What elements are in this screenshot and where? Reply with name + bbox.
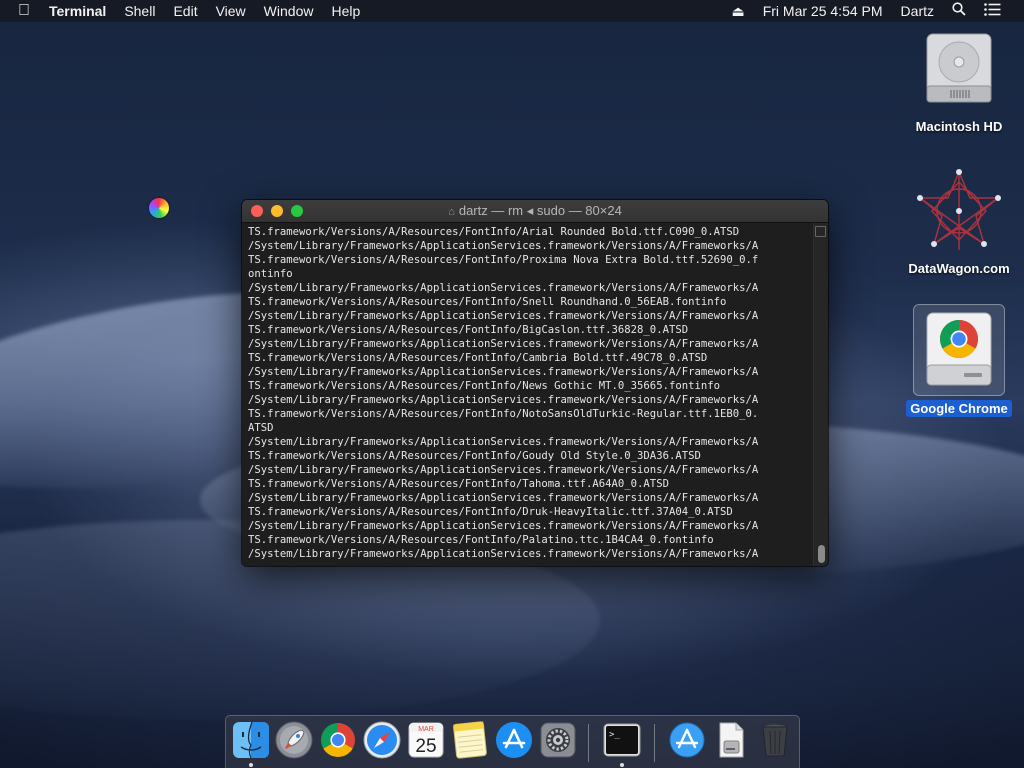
app-store-icon bbox=[496, 722, 532, 758]
dock-downloads[interactable] bbox=[712, 721, 750, 759]
terminal-icon: >_ bbox=[603, 723, 641, 757]
desktop-icon-google-chrome[interactable]: Google Chrome bbox=[904, 304, 1014, 417]
launchpad-rocket-icon bbox=[275, 721, 313, 759]
calendar-icon: MAR 25 bbox=[408, 722, 444, 758]
terminal-line: TS.framework/Versions/A/Resources/FontIn… bbox=[248, 226, 740, 238]
eject-icon[interactable]: ⏏ bbox=[722, 0, 753, 22]
desktop:  Terminal Shell Edit View Window Help ⏏… bbox=[0, 0, 1024, 768]
terminal-line: TS.framework/Versions/A/Resources/FontIn… bbox=[248, 254, 759, 266]
scroll-thumb[interactable] bbox=[818, 545, 825, 563]
terminal-line: TS.framework/Versions/A/Resources/FontIn… bbox=[248, 324, 689, 336]
document-disk-icon bbox=[719, 722, 744, 758]
menu-window[interactable]: Window bbox=[255, 0, 323, 22]
dock-safari[interactable] bbox=[363, 721, 401, 759]
terminal-output[interactable]: TS.framework/Versions/A/Resources/FontIn… bbox=[242, 223, 814, 566]
terminal-line: /System/Library/Frameworks/ApplicationSe… bbox=[248, 310, 759, 322]
terminal-line: /System/Library/Frameworks/ApplicationSe… bbox=[248, 436, 759, 448]
dock-launchpad[interactable] bbox=[275, 721, 313, 759]
menu-bar-extras: ⏏ Fri Mar 25 4:54 PM Dartz bbox=[722, 0, 1024, 22]
dock-applications-folder[interactable] bbox=[668, 721, 706, 759]
dock-notes[interactable] bbox=[451, 721, 489, 759]
menu-user[interactable]: Dartz bbox=[892, 3, 943, 19]
dock-terminal[interactable]: >_ bbox=[603, 721, 641, 767]
terminal-line: TS.framework/Versions/A/Resources/FontIn… bbox=[248, 534, 714, 546]
terminal-line: /System/Library/Frameworks/ApplicationSe… bbox=[248, 366, 759, 378]
chrome-disk-image-icon bbox=[926, 312, 992, 386]
terminal-line: /System/Library/Frameworks/ApplicationSe… bbox=[248, 240, 759, 252]
desktop-icon-label: Google Chrome bbox=[906, 400, 1012, 417]
window-title: ⌂ dartz — rm ◂ sudo — 80×24 bbox=[242, 200, 828, 223]
menu-help[interactable]: Help bbox=[322, 0, 369, 22]
close-button[interactable] bbox=[251, 205, 263, 217]
terminal-line: TS.framework/Versions/A/Resources/FontIn… bbox=[248, 506, 733, 518]
desktop-icon-macintosh-hd[interactable]: Macintosh HD bbox=[904, 32, 1014, 135]
menu-app-terminal[interactable]: Terminal bbox=[40, 0, 115, 22]
selection-highlight bbox=[913, 304, 1005, 396]
dock-chrome[interactable] bbox=[319, 721, 357, 759]
menu-clock[interactable]: Fri Mar 25 4:54 PM bbox=[754, 3, 892, 19]
hard-drive-icon bbox=[921, 32, 997, 112]
scroll-marker-icon bbox=[815, 226, 826, 237]
desktop-icon-label: DataWagon.com bbox=[908, 261, 1010, 276]
running-indicator bbox=[249, 763, 253, 767]
calendar-day: 25 bbox=[415, 736, 436, 757]
menu-view[interactable]: View bbox=[207, 0, 255, 22]
terminal-line: ATSD bbox=[248, 422, 274, 434]
terminal-line: /System/Library/Frameworks/ApplicationSe… bbox=[248, 464, 759, 476]
dock-system-preferences[interactable] bbox=[539, 721, 577, 759]
dock-calendar[interactable]: MAR 25 bbox=[407, 721, 445, 759]
zoom-button[interactable] bbox=[291, 205, 303, 217]
notification-center-icon[interactable] bbox=[975, 0, 1010, 22]
window-title-text: dartz — rm ◂ sudo — 80×24 bbox=[458, 203, 622, 218]
running-indicator bbox=[620, 763, 624, 767]
menu-edit[interactable]: Edit bbox=[164, 0, 206, 22]
title-bar[interactable]: ⌂ dartz — rm ◂ sudo — 80×24 bbox=[242, 200, 828, 223]
finder-icon bbox=[233, 721, 269, 759]
terminal-line: TS.framework/Versions/A/Resources/FontIn… bbox=[248, 450, 701, 462]
dock-trash[interactable] bbox=[756, 721, 794, 759]
terminal-window[interactable]: ⌂ dartz — rm ◂ sudo — 80×24 TS.framework/… bbox=[242, 200, 828, 566]
busy-cursor-icon bbox=[149, 198, 169, 218]
terminal-line: TS.framework/Versions/A/Resources/FontIn… bbox=[248, 408, 759, 420]
terminal-line: TS.framework/Versions/A/Resources/FontIn… bbox=[248, 478, 669, 490]
dock-separator bbox=[588, 724, 589, 762]
dock-finder[interactable] bbox=[232, 721, 270, 767]
dock-separator bbox=[654, 724, 655, 762]
terminal-line: /System/Library/Frameworks/ApplicationSe… bbox=[248, 520, 759, 532]
calendar-month: MAR bbox=[418, 726, 434, 733]
dock: MAR 25 >_ bbox=[225, 715, 800, 768]
terminal-line: ontinfo bbox=[248, 268, 293, 280]
terminal-line: TS.framework/Versions/A/Resources/FontIn… bbox=[248, 352, 708, 364]
scrollbar[interactable] bbox=[813, 223, 828, 566]
chrome-icon bbox=[321, 723, 355, 757]
menu-bar:  Terminal Shell Edit View Window Help ⏏… bbox=[0, 0, 1024, 22]
dock-app-store[interactable] bbox=[495, 721, 533, 759]
spotlight-search-icon[interactable] bbox=[943, 0, 975, 22]
notes-icon bbox=[453, 721, 487, 759]
network-star-icon bbox=[916, 168, 1002, 254]
desktop-icon-label: Macintosh HD bbox=[915, 119, 1003, 134]
desktop-icon-datawagon[interactable]: DataWagon.com bbox=[904, 168, 1014, 277]
terminal-line: /System/Library/Frameworks/ApplicationSe… bbox=[248, 548, 759, 560]
terminal-line: /System/Library/Frameworks/ApplicationSe… bbox=[248, 492, 759, 504]
safari-compass-icon bbox=[363, 721, 401, 759]
terminal-line: /System/Library/Frameworks/ApplicationSe… bbox=[248, 338, 759, 350]
trash-icon bbox=[762, 723, 788, 757]
terminal-line: /System/Library/Frameworks/ApplicationSe… bbox=[248, 394, 759, 406]
terminal-line: TS.framework/Versions/A/Resources/FontIn… bbox=[248, 380, 720, 392]
system-preferences-gear-icon bbox=[540, 722, 576, 758]
menu-shell[interactable]: Shell bbox=[115, 0, 164, 22]
applications-folder-icon bbox=[669, 722, 705, 758]
minimize-button[interactable] bbox=[271, 205, 283, 217]
apple-menu-icon[interactable]:  bbox=[0, 0, 40, 22]
home-folder-icon: ⌂ bbox=[448, 206, 455, 218]
terminal-line: /System/Library/Frameworks/ApplicationSe… bbox=[248, 282, 759, 294]
terminal-line: TS.framework/Versions/A/Resources/FontIn… bbox=[248, 296, 727, 308]
terminal-prompt: >_ bbox=[609, 730, 620, 740]
